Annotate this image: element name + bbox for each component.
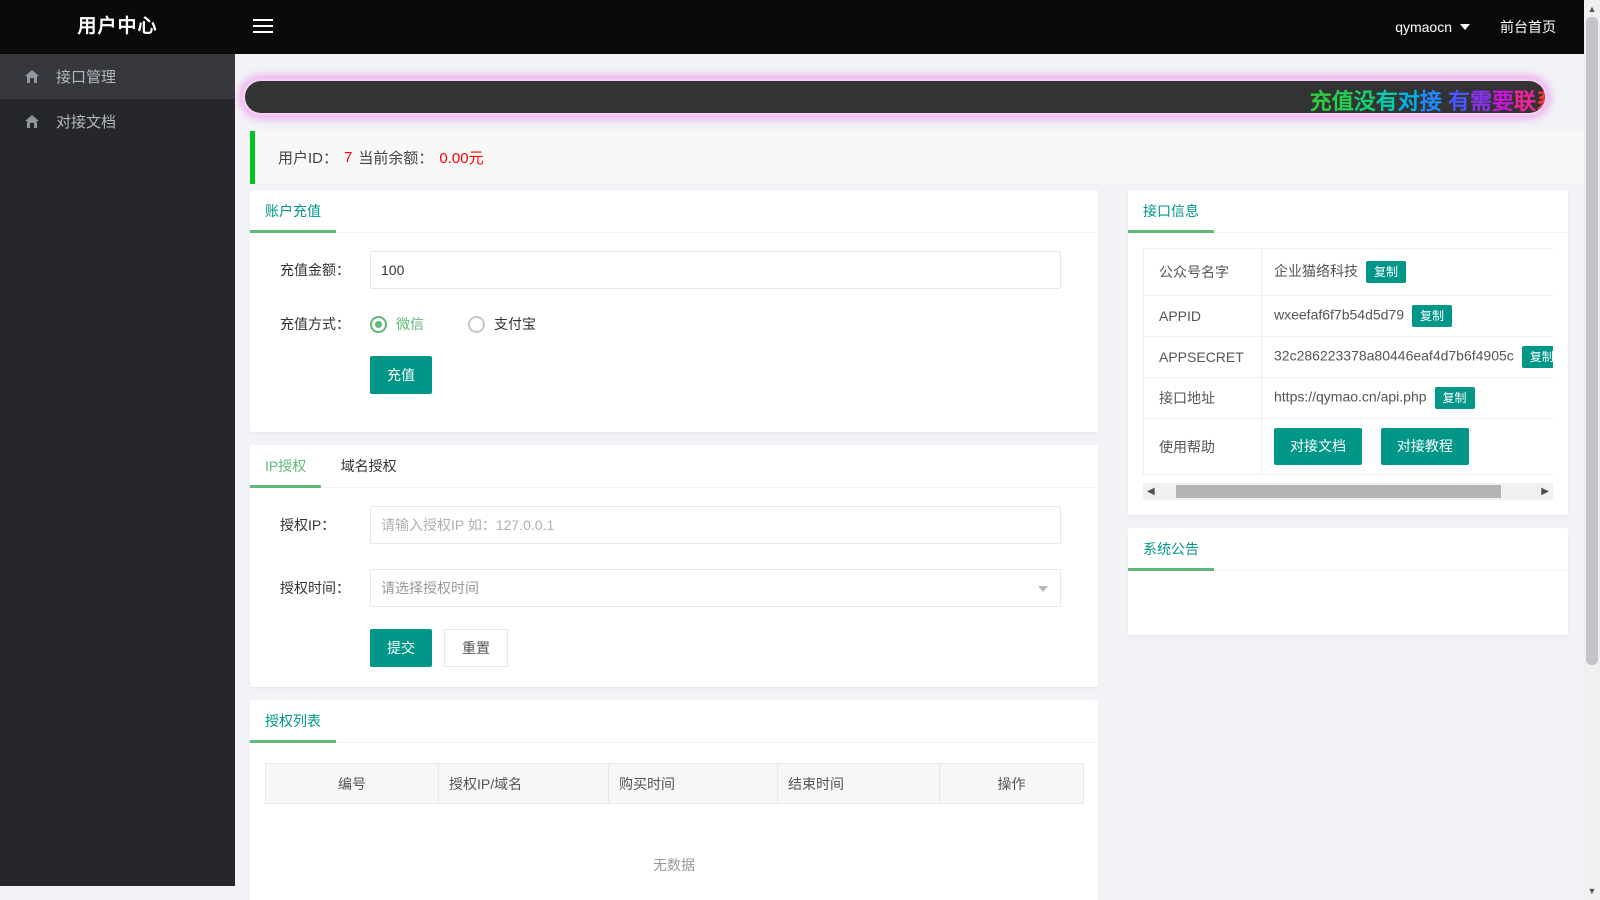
empty-data-text: 无数据 [653,857,695,873]
col-header-end-time: 结束时间 [777,763,940,804]
api-url-value: https://qymao.cn/api.php [1274,388,1427,405]
tab-domain-auth[interactable]: 域名授权 [326,445,412,488]
api-info-title: 接口信息 [1128,190,1214,233]
main-content: 充值没有对接 有需要联系 用户ID： 7 当前余额： 0.00元 账户充值 充值… [235,54,1600,900]
radio-circle-icon [468,315,485,333]
tutorial-button[interactable]: 对接教程 [1380,428,1469,465]
sidebar-item-label: 接口管理 [56,69,117,86]
auth-ip-label: 授权IP： [280,517,336,533]
auth-list-title: 授权列表 [250,700,336,743]
hamburger-menu-icon[interactable] [253,19,273,35]
auth-ip-input[interactable] [370,506,1061,544]
method-label: 充值方式： [280,316,350,332]
announcement-body [1128,571,1568,635]
marquee-text: 充值没有对接 有需要联系 [1309,89,1545,113]
account-name-value: 企业猫络科技 [1274,262,1358,279]
copy-button[interactable]: 复制 [1434,387,1475,409]
api-info-table: 公众号名字 企业猫络科技 复制 APPID wxeefaf6f7b54d5d79 复… [1143,248,1553,475]
amount-input[interactable] [370,251,1061,289]
amount-label: 充值金额： [280,262,350,278]
col-header-id: 编号 [265,763,439,804]
home-icon [25,69,39,83]
reset-button[interactable]: 重置 [444,629,508,667]
select-caret-icon [1038,586,1048,592]
announcement-card: 系统公告 [1128,528,1568,635]
row-label: APPSECRET [1143,336,1262,378]
row-label: APPID [1143,295,1262,337]
auth-time-select[interactable]: 请选择授权时间 [370,569,1061,607]
sidebar: 接口管理 对接文档 [0,54,235,886]
radio-wechat[interactable]: 微信 [370,314,424,334]
docs-button[interactable]: 对接文档 [1274,428,1362,465]
scroll-down-arrow-icon[interactable]: ▼ [1584,886,1600,896]
appsecret-value: 32c286223378a80446eaf4d7b6f4905c [1274,347,1514,364]
scroll-left-arrow-icon[interactable]: ◀ [1147,486,1155,497]
top-header: 用户中心 qymaocn 前台首页 [0,0,1600,54]
radio-circle-icon [370,315,387,333]
chevron-down-icon [1460,24,1470,30]
submit-button[interactable]: 提交 [370,629,432,667]
col-header-actions: 操作 [939,763,1084,804]
balance-label: 当前余额： [358,150,434,167]
window-scrollbar[interactable]: ▲ ▼ [1584,0,1600,900]
recharge-card: 账户充值 充值金额： 充值方式： 微信 [250,190,1098,432]
user-id-label: 用户ID： [278,150,339,167]
appid-value: wxeefaf6f7b54d5d79 [1274,306,1404,323]
sidebar-item-api-management[interactable]: 接口管理 [0,54,235,99]
frontend-home-link[interactable]: 前台首页 [1500,17,1556,37]
sidebar-item-label: 对接文档 [56,114,117,131]
auth-time-label: 授权时间： [280,580,350,596]
user-dropdown-label: qymaocn [1395,19,1452,35]
user-dropdown[interactable]: qymaocn [1395,19,1470,35]
balance-value: 0.00元 [439,150,484,167]
copy-button[interactable]: 复制 [1366,261,1407,284]
col-header-buy-time: 购买时间 [608,763,778,804]
user-info-bar: 用户ID： 7 当前余额： 0.00元 [250,131,1600,184]
auth-time-placeholder: 请选择授权时间 [381,580,479,596]
col-header-ip: 授权IP/域名 [438,763,609,804]
row-label: 公众号名字 [1143,248,1262,296]
sidebar-item-docs[interactable]: 对接文档 [0,99,235,144]
copy-button[interactable]: 复制 [1412,305,1453,327]
recharge-card-title: 账户充值 [250,190,336,233]
scroll-right-arrow-icon[interactable]: ▶ [1541,486,1549,497]
api-info-card: 接口信息 公众号名字 企业猫络科技 复制 APPID wxeefaf6f7b54d… [1128,190,1568,515]
radio-alipay[interactable]: 支付宝 [468,314,536,334]
help-label: 使用帮助 [1143,418,1262,475]
notice-marquee: 充值没有对接 有需要联系 [245,81,1545,113]
window-scrollbar-thumb[interactable] [1586,17,1598,665]
home-icon [25,114,39,128]
horizontal-scrollbar[interactable]: ◀ ▶ [1143,483,1553,500]
tab-ip-auth[interactable]: IP授权 [250,445,322,488]
scrollbar-thumb[interactable] [1176,485,1501,498]
auth-list-card: 授权列表 编号 授权IP/域名 购买时间 结束时间 操作 无数据 [250,700,1098,900]
row-label: 接口地址 [1143,377,1262,419]
user-id-value: 7 [344,149,353,166]
copy-button[interactable]: 复制 [1521,346,1553,368]
authorize-card: IP授权 域名授权 授权IP： 授权时间： 请选择授权时间 提交 重置 [250,445,1098,687]
announcement-title: 系统公告 [1128,528,1214,571]
auth-list-table: 编号 授权IP/域名 购买时间 结束时间 操作 [265,763,1084,804]
recharge-button[interactable]: 充值 [370,356,432,394]
scroll-up-arrow-icon[interactable]: ▲ [1584,4,1600,14]
app-title: 用户中心 [77,16,158,37]
